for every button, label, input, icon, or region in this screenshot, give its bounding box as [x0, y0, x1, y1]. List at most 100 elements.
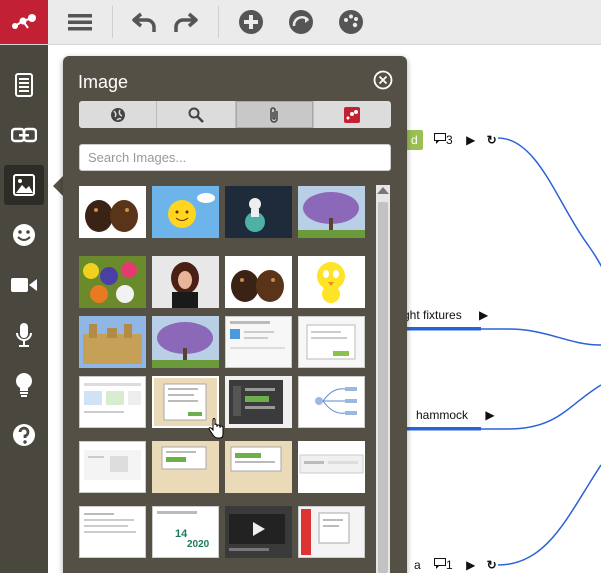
connect-icon	[289, 10, 313, 34]
outline-icon	[15, 73, 33, 97]
top-toolbar	[0, 0, 601, 45]
image-thumbnail[interactable]	[298, 376, 365, 428]
comment-count[interactable]: 1	[434, 558, 456, 572]
topic-node[interactable]: ght fixtures ▶	[403, 308, 488, 322]
image-thumbnail[interactable]	[152, 441, 219, 493]
image-thumbnail[interactable]	[79, 316, 146, 368]
video-screenshot-image	[229, 514, 285, 551]
microphone-icon	[16, 323, 32, 347]
image-thumbnail[interactable]: 14 2020	[152, 506, 219, 558]
search-images-input[interactable]	[79, 144, 391, 171]
image-thumbnail[interactable]	[298, 506, 365, 558]
video-icon	[11, 278, 37, 292]
add-icon	[239, 10, 263, 34]
emoji-button[interactable]	[4, 215, 44, 255]
close-button[interactable]	[373, 70, 393, 90]
undo-button[interactable]	[130, 7, 160, 37]
screenshot-image	[230, 321, 285, 349]
tab-web[interactable]	[79, 101, 158, 128]
lilac-tree-image	[298, 192, 365, 238]
screenshot-image	[230, 446, 282, 472]
outline-button[interactable]	[4, 65, 44, 105]
redo-button[interactable]	[170, 7, 200, 37]
video-button[interactable]	[4, 265, 44, 305]
screenshot-image	[84, 450, 141, 480]
image-thumbnail[interactable]	[298, 316, 365, 368]
image-thumbnail[interactable]	[79, 376, 146, 428]
ideas-button[interactable]	[4, 365, 44, 405]
hand-cursor-icon	[208, 418, 224, 439]
screenshot-image	[84, 383, 141, 413]
menu-button[interactable]	[65, 7, 95, 37]
image-thumbnail[interactable]	[79, 441, 146, 493]
image-thumbnail[interactable]	[152, 256, 219, 308]
task-icon[interactable]: ↻	[487, 133, 497, 147]
screenshot-image	[306, 324, 356, 360]
panel-title: Image	[78, 72, 129, 92]
add-topic-button[interactable]	[236, 7, 266, 37]
image-thumbnail[interactable]	[79, 186, 146, 238]
image-thumbnail[interactable]	[225, 186, 292, 238]
expand-icon[interactable]: ▶	[485, 408, 494, 422]
screenshot-image	[161, 446, 207, 470]
image-thumbnail[interactable]	[225, 256, 292, 308]
expand-icon[interactable]: ▶	[479, 308, 488, 322]
diagram-screenshot-image	[315, 387, 357, 415]
search-icon	[188, 107, 204, 123]
undo-icon	[132, 12, 156, 32]
screenshot-image	[301, 509, 350, 555]
topic-label: hammock	[416, 408, 469, 422]
image-thumbnail[interactable]	[152, 186, 219, 238]
image-thumbnail[interactable]	[298, 256, 365, 308]
tab-mindmeister[interactable]	[314, 101, 391, 128]
castle-image	[83, 324, 142, 364]
mindmeister-icon	[344, 106, 361, 123]
topic-node[interactable]: d 3 ▶ ↻	[406, 130, 497, 153]
topic-node[interactable]: hammock ▶	[416, 408, 495, 422]
close-icon	[373, 70, 393, 90]
topic-label: a	[414, 558, 421, 572]
theme-button[interactable]	[336, 7, 366, 37]
smiling-sun-image	[168, 193, 215, 228]
mindmeister-logo-icon	[12, 14, 36, 29]
emoji-icon	[13, 224, 35, 246]
image-thumbnail[interactable]	[225, 316, 292, 368]
scrollbar-thumb[interactable]	[378, 202, 388, 573]
toolbar-divider	[218, 6, 219, 38]
image-thumbnail[interactable]	[298, 441, 365, 493]
image-source-tabs	[79, 101, 391, 128]
image-thumbnail[interactable]	[152, 316, 219, 368]
task-icon[interactable]: ↻	[487, 558, 497, 572]
dachshunds-image	[85, 200, 138, 232]
image-thumbnail[interactable]	[79, 256, 146, 308]
image-thumbnail[interactable]	[225, 441, 292, 493]
palette-icon	[339, 10, 363, 34]
app-logo[interactable]	[0, 0, 48, 44]
comment-icon	[434, 558, 447, 569]
connect-button[interactable]	[286, 7, 316, 37]
calendar-image: 142020	[157, 511, 210, 550]
menu-icon	[68, 14, 92, 31]
link-button[interactable]	[4, 115, 44, 155]
topic-node[interactable]: a 1 ▶ ↻	[414, 558, 497, 572]
image-panel: Image Search Images... 14 2020	[63, 56, 407, 573]
expand-icon[interactable]: ▶	[466, 133, 475, 147]
image-thumbnail[interactable]	[225, 506, 292, 558]
help-button[interactable]	[4, 415, 44, 455]
left-sidebar	[0, 45, 48, 573]
help-icon	[13, 424, 35, 446]
redo-icon	[174, 12, 198, 32]
image-thumbnail[interactable]	[79, 506, 146, 558]
tweety-image	[317, 262, 345, 303]
image-button[interactable]	[4, 165, 44, 205]
portrait-image	[171, 262, 199, 308]
image-thumbnail[interactable]	[225, 376, 292, 428]
audio-button[interactable]	[4, 315, 44, 355]
image-thumbnail[interactable]	[298, 186, 365, 238]
expand-icon[interactable]: ▶	[466, 558, 475, 572]
comment-count[interactable]: 3	[434, 133, 456, 147]
tab-search[interactable]	[157, 101, 236, 128]
topic-label: ght fixtures	[403, 308, 462, 322]
tab-attachment[interactable]	[235, 101, 314, 128]
scroll-up-icon[interactable]	[377, 187, 389, 194]
